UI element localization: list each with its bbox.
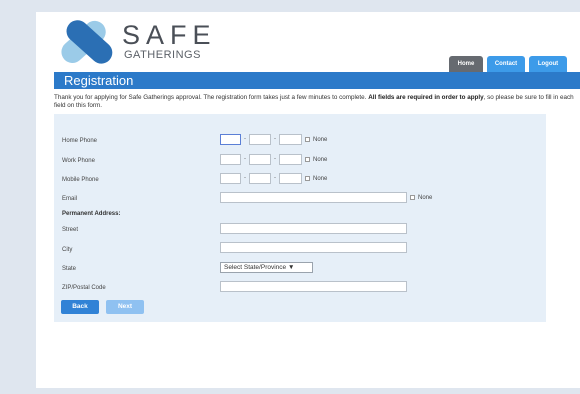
home-phone-none-label: None xyxy=(313,137,328,143)
home-phone-none-checkbox[interactable] xyxy=(305,137,310,142)
mobile-phone-area-input[interactable] xyxy=(220,173,241,184)
permanent-address-heading: Permanent Address: xyxy=(62,211,121,217)
email-input[interactable] xyxy=(220,192,407,203)
page-title: Registration xyxy=(54,72,580,89)
nav-home-button[interactable]: Home xyxy=(449,56,483,72)
mobile-phone-none-checkbox[interactable] xyxy=(305,176,310,181)
mobile-phone-label: Mobile Phone xyxy=(62,177,99,183)
safe-gatherings-logo: SAFE GATHERINGS xyxy=(50,18,250,64)
work-phone-label: Work Phone xyxy=(62,158,95,164)
mobile-phone-sep-2: - xyxy=(274,175,276,181)
intro-text: Thank you for applying for Safe Gatherin… xyxy=(54,94,574,109)
logo-tagline: GATHERINGS xyxy=(124,49,201,61)
work-phone-line-input[interactable] xyxy=(279,154,302,165)
next-button[interactable]: Next xyxy=(106,300,144,314)
city-label: City xyxy=(62,247,73,253)
zip-input[interactable] xyxy=(220,281,407,292)
email-none-checkbox[interactable] xyxy=(410,195,415,200)
street-label: Street xyxy=(62,227,79,233)
top-nav: Home Contact Logout xyxy=(449,56,567,72)
mobile-phone-sep-1: - xyxy=(244,175,246,181)
mobile-phone-prefix-input[interactable] xyxy=(249,173,271,184)
nav-logout-button[interactable]: Logout xyxy=(529,56,567,72)
home-phone-sep-2: - xyxy=(274,136,276,142)
zip-label: ZIP/Postal Code xyxy=(62,285,106,291)
work-phone-sep-2: - xyxy=(274,156,276,162)
work-phone-area-input[interactable] xyxy=(220,154,241,165)
street-input[interactable] xyxy=(220,223,407,234)
city-input[interactable] xyxy=(220,242,407,253)
work-phone-none-checkbox[interactable] xyxy=(305,157,310,162)
email-none-label: None xyxy=(418,195,433,201)
mobile-phone-none-label: None xyxy=(313,176,328,182)
home-phone-label: Home Phone xyxy=(62,138,98,144)
state-label: State xyxy=(62,266,77,272)
home-phone-area-input[interactable] xyxy=(220,134,241,145)
mobile-phone-line-input[interactable] xyxy=(279,173,302,184)
work-phone-sep-1: - xyxy=(244,156,246,162)
logo-heart-icon xyxy=(61,20,113,64)
logo-name: SAFE xyxy=(122,20,217,50)
home-phone-line-input[interactable] xyxy=(279,134,302,145)
intro-bold: All fields are required in order to appl… xyxy=(368,94,484,101)
page-container: SAFE GATHERINGS Home Contact Logout Regi… xyxy=(36,12,580,388)
home-phone-sep-1: - xyxy=(244,136,246,142)
work-phone-none-label: None xyxy=(313,157,328,163)
nav-contact-button[interactable]: Contact xyxy=(487,56,525,72)
registration-form: Home Phone - - None Work Phone - - None … xyxy=(54,114,546,322)
email-label: Email xyxy=(62,196,78,202)
intro-normal: Thank you for applying for Safe Gatherin… xyxy=(54,94,369,101)
work-phone-prefix-input[interactable] xyxy=(249,154,271,165)
state-select[interactable]: Select State/Province ▼ xyxy=(220,262,313,273)
home-phone-prefix-input[interactable] xyxy=(249,134,271,145)
back-button[interactable]: Back xyxy=(61,300,99,314)
